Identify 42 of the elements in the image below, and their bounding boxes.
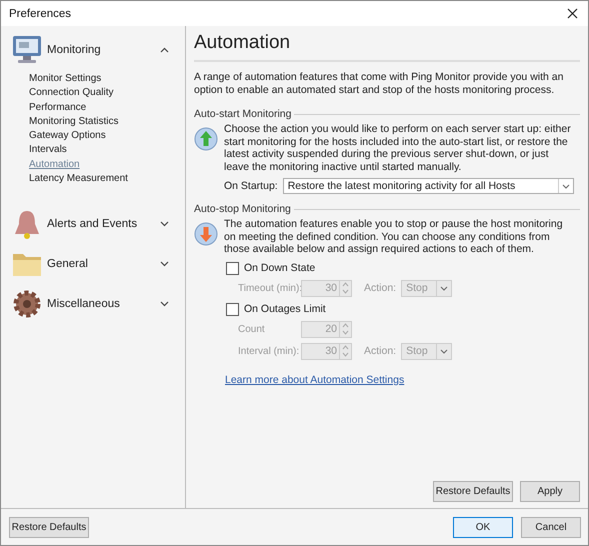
- monitor-icon: [11, 34, 43, 66]
- sidebar-group-header[interactable]: General: [1, 244, 185, 284]
- cancel-button[interactable]: Cancel: [521, 516, 581, 538]
- startup-dropdown[interactable]: Restore the latest monitoring activity for all Hosts: [282, 178, 574, 194]
- section-description: The automation features enable you to stop or pause the host monitoring on meeting the defined condition. You can choose any conditions from those available below and assign required actions to each of them.: [224, 218, 564, 256]
- field-label: Interval (min):: [238, 346, 300, 356]
- sidebar-group-header[interactable]: Miscellaneous: [1, 284, 185, 324]
- sidebar-item[interactable]: Monitor Settings: [29, 72, 102, 86]
- restore-defaults-button[interactable]: Restore Defaults: [9, 516, 89, 538]
- section-description: Choose the action you would like to perform on each server start up: either start monitoring for the hosts included into the auto-start list, or restore the latest activity suspended during the previous server shut-down, or just leave the monitoring inactive until started manually.: [224, 123, 572, 173]
- checkbox[interactable]: [226, 302, 239, 316]
- sidebar-group-header[interactable]: Alerts and Events: [1, 204, 185, 244]
- spin-arrows-icon: [341, 322, 350, 336]
- sidebar-item[interactable]: Automation: [29, 158, 80, 172]
- ok-button[interactable]: OK: [453, 516, 513, 538]
- field-label: Action:: [364, 282, 396, 294]
- field-label: Action:: [364, 345, 396, 357]
- sidebar-item[interactable]: Monitoring Statistics: [29, 114, 118, 130]
- sidebar-item[interactable]: Intervals: [29, 143, 67, 158]
- checkbox-label: On Down State: [244, 262, 316, 274]
- page-title: Automation: [194, 30, 580, 62]
- gear-icon: [11, 288, 43, 320]
- checkbox[interactable]: [226, 262, 239, 274]
- spin-arrows-icon: [341, 344, 350, 358]
- sidebar-item[interactable]: Performance: [29, 100, 86, 115]
- intro-text: A range of automation features that come with Ping Monitor provide you with an option to enable an automated start and stop of the hosts monitoring process.: [194, 71, 564, 97]
- sidebar-group-header[interactable]: Monitoring: [1, 30, 185, 70]
- apply-button[interactable]: Apply: [520, 481, 580, 502]
- spin-arrows-icon: [341, 281, 350, 295]
- close-icon[interactable]: [567, 8, 578, 19]
- section-heading: Auto-start Monitoring: [194, 108, 292, 120]
- restore-defaults-button[interactable]: Restore Defaults: [433, 481, 513, 502]
- sidebar-item[interactable]: Gateway Options: [29, 129, 106, 144]
- field-label: Count: [238, 324, 266, 334]
- checkbox-label: On Outages Limit: [244, 303, 326, 315]
- field-label: On Startup:: [224, 180, 278, 192]
- section-heading: Auto-stop Monitoring: [194, 203, 291, 215]
- sidebar-item[interactable]: Latency Measurement: [29, 172, 128, 186]
- help-link[interactable]: Learn more about Automation Settings: [225, 374, 404, 386]
- window-title: Preferences: [9, 8, 72, 20]
- field-label: Timeout (min):: [238, 282, 301, 294]
- sidebar-item[interactable]: Connection Quality: [29, 86, 114, 101]
